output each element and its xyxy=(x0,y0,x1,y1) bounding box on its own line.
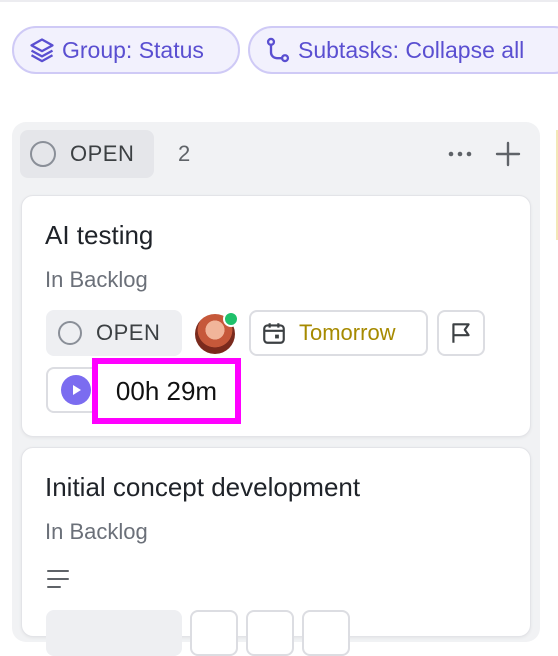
column-status-badge[interactable]: OPEN xyxy=(20,130,154,178)
more-icon[interactable] xyxy=(446,140,474,168)
calendar-icon xyxy=(263,323,285,344)
group-by-button[interactable]: Group: Status xyxy=(12,26,240,74)
group-by-label: Group: Status xyxy=(62,36,204,63)
subtasks-icon xyxy=(266,37,290,63)
task-title[interactable]: AI testing xyxy=(45,220,153,251)
due-date-label: Tomorrow xyxy=(299,320,396,345)
top-divider xyxy=(0,0,558,2)
status-circle-icon xyxy=(30,141,56,167)
plus-icon[interactable] xyxy=(494,140,522,168)
online-status-dot xyxy=(223,311,239,327)
task-list-name: In Backlog xyxy=(45,519,148,544)
task-status-button[interactable] xyxy=(46,610,182,656)
task-list-name: In Backlog xyxy=(45,267,148,292)
flag-icon xyxy=(452,323,470,343)
task-card[interactable]: AI testing In Backlog OPEN Tomorrow 00h … xyxy=(21,195,531,437)
due-date-button[interactable]: Tomorrow xyxy=(249,310,428,356)
time-tracked-value[interactable]: 00h 29m xyxy=(92,358,241,424)
assignee-avatar[interactable] xyxy=(195,311,239,354)
description-icon xyxy=(47,570,69,588)
play-icon xyxy=(61,375,91,405)
task-card[interactable]: Initial concept development In Backlog xyxy=(21,447,531,656)
priority-button[interactable] xyxy=(302,610,350,656)
task-status-button[interactable]: OPEN xyxy=(46,310,182,356)
subtasks-label: Subtasks: Collapse all xyxy=(298,36,525,63)
task-title[interactable]: Initial concept development xyxy=(45,472,360,503)
layers-icon xyxy=(30,38,54,63)
due-date-button[interactable] xyxy=(246,610,294,656)
status-circle-icon xyxy=(58,321,82,345)
task-status-label: OPEN xyxy=(96,320,161,345)
assignee-button[interactable] xyxy=(190,610,238,656)
column-status-label: OPEN xyxy=(70,141,135,166)
subtasks-button[interactable]: Subtasks: Collapse all xyxy=(248,26,558,74)
priority-button[interactable] xyxy=(437,310,485,356)
column-task-count: 2 xyxy=(178,141,191,166)
